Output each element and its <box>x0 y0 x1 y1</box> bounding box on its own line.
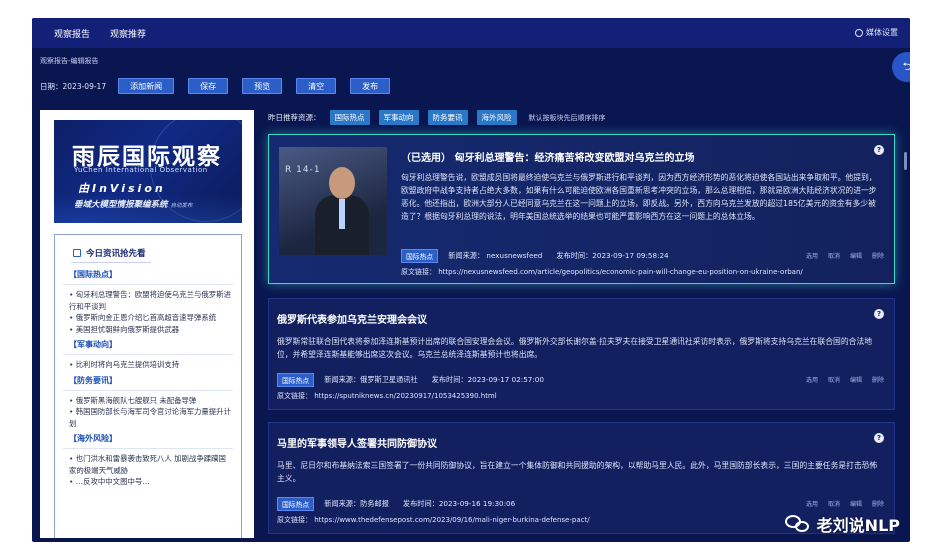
filter-label: 昨日推荐资源： <box>268 113 321 122</box>
list-item: 比利时将向乌克兰提供培训支持 <box>63 359 233 371</box>
news-category-tag: 国际热点 <box>277 373 315 387</box>
news-card-title: 俄罗斯代表参加乌克兰安理会会议 <box>277 315 427 326</box>
news-source-link[interactable]: 原文链接： https://www.thedefensepost.com/202… <box>277 515 590 525</box>
toolbar: 日期：2023-09-17 添加新闻 保存 预览 清空 发布 <box>40 78 404 94</box>
category-heading: 【防务要讯】 <box>69 375 117 385</box>
news-card-body: 匈牙利总理警告说，欧盟成员国将最终迫使乌克兰与俄罗斯进行和平谈判，因为西方经济形… <box>401 173 877 221</box>
select-action[interactable]: 选用 <box>806 251 818 260</box>
list-item: …反攻中中文图中号… <box>63 476 233 488</box>
report-preview-panel: 雨辰国际观察 YuChen International Observation … <box>40 110 254 538</box>
category-heading: 【海外风险】 <box>69 434 117 443</box>
top-nav-bar: 观察报告 观察推荐 媒体设置 <box>32 18 910 48</box>
edit-action[interactable]: 编辑 <box>850 499 862 508</box>
list-item: 匈牙利总理警告：欧盟将迫使乌克兰与俄罗斯进行和平谈判 <box>63 289 233 312</box>
news-card-body: 马里、尼日尔和布基纳法索三国签署了一份共同防御协议，旨在建立一个集体防御和共同援… <box>277 461 878 483</box>
select-action[interactable]: 选用 <box>806 375 818 384</box>
news-summary-heading: 今日资讯抢先看 <box>73 247 233 259</box>
app-window: 观察报告 观察推荐 媒体设置 观察报告-编辑报告 ⮌ 日期：2023-09-17… <box>32 18 910 542</box>
sort-hint: 默认按板块先后顺序排序 <box>528 113 606 122</box>
news-card-meta: 国际热点 新闻来源：俄罗斯卫星通讯社 发布时间：2023-09-17 02:57… <box>277 373 544 387</box>
filter-tag-military[interactable]: 军事动向 <box>378 110 419 125</box>
news-source: 新闻来源： nexusnewsfeed <box>448 251 543 260</box>
help-icon[interactable]: ? <box>874 309 884 319</box>
delete-action[interactable]: 删除 <box>872 499 884 508</box>
news-icon <box>73 249 81 257</box>
delete-action[interactable]: 删除 <box>872 375 884 384</box>
list-item: 俄罗斯向金正恩介绍匕首高超音速导弹系统 <box>63 312 233 324</box>
preview-button[interactable]: 预览 <box>242 78 283 94</box>
scrollbar-thumb[interactable] <box>904 152 907 170</box>
category-heading: 【国际热点】 <box>69 270 117 279</box>
watermark-text: 老刘说NLP <box>816 516 900 535</box>
edit-action[interactable]: 编辑 <box>850 375 862 384</box>
news-card-title: （已选用） 匈牙利总理警告：经济痛苦将改变欧盟对乌克兰的立场 <box>401 153 695 164</box>
list-item: 韩国国防部长与海军司令官讨论海军力量提升计划 <box>63 406 233 429</box>
watermark: 老刘说NLP <box>784 512 900 536</box>
news-category-tag: 国际热点 <box>401 249 439 263</box>
breadcrumb: 观察报告-编辑报告 <box>40 57 99 65</box>
news-card-actions: 选用 取消 编辑 删除 <box>806 251 884 260</box>
filter-tag-defense[interactable]: 防务要讯 <box>427 110 468 125</box>
cancel-action[interactable]: 取消 <box>828 499 840 508</box>
news-summary-box: 今日资讯抢先看 【国际热点】 匈牙利总理警告：欧盟将迫使乌克兰与俄罗斯进行和平谈… <box>54 234 242 538</box>
save-button[interactable]: 保存 <box>188 78 229 94</box>
cancel-action[interactable]: 取消 <box>828 375 840 384</box>
news-source: 新闻来源：俄罗斯卫星通讯社 <box>324 375 418 384</box>
filter-tag-hot[interactable]: 国际热点 <box>329 110 370 125</box>
report-banner: 雨辰国际观察 YuChen International Observation … <box>54 120 242 223</box>
help-icon[interactable]: ? <box>874 433 884 443</box>
news-photo: R 14-1 <box>279 147 387 255</box>
news-card-actions: 选用 取消 编辑 删除 <box>806 375 884 384</box>
news-time: 发布时间：2023-09-16 19:30:06 <box>402 499 516 508</box>
news-time: 发布时间：2023-09-17 09:58:24 <box>556 251 669 260</box>
clear-button[interactable]: 清空 <box>296 78 337 94</box>
media-settings-button[interactable]: 媒体设置 <box>855 27 898 38</box>
resource-filter-row: 昨日推荐资源： 国际热点 军事动向 防务要讯 海外风险 默认按板块先后顺序排序 <box>268 110 606 125</box>
date-label: 日期：2023-09-17 <box>40 81 107 91</box>
list-item: 俄罗斯黑海舰队七艘舰只 未配备导弹 <box>63 395 233 407</box>
category-heading: 【军事动向】 <box>69 340 117 349</box>
help-icon[interactable]: ? <box>874 145 884 155</box>
news-card[interactable]: 俄罗斯代表参加乌克兰安理会会议 ? 俄罗斯常驻联合国代表将参加泽连斯基预计出席的… <box>268 298 895 410</box>
list-item: 也门洪水和雷暴袭击致死八人 加剧战争蹂躏国家的极端天气威胁 <box>63 453 233 476</box>
edit-action[interactable]: 编辑 <box>850 251 862 260</box>
list-item: 美国担忧朝鲜向俄罗斯提供武器 <box>63 324 233 336</box>
news-card-selected[interactable]: R 14-1 （已选用） 匈牙利总理警告：经济痛苦将改变欧盟对乌克兰的立场 ? … <box>268 134 895 284</box>
banner-subtitle: YuChen International Observation <box>74 166 208 174</box>
gear-icon <box>855 28 863 37</box>
back-button[interactable]: ⮌ <box>892 52 910 82</box>
wechat-icon <box>784 513 811 535</box>
news-card-meta: 国际热点 新闻来源： nexusnewsfeed 发布时间：2023-09-17… <box>401 249 669 263</box>
news-card-actions: 选用 取消 编辑 删除 <box>806 499 884 508</box>
cancel-action[interactable]: 取消 <box>828 251 840 260</box>
publish-button[interactable]: 发布 <box>350 78 391 94</box>
banner-invision: 由InVision <box>78 182 166 195</box>
news-time: 发布时间：2023-09-17 02:57:00 <box>431 375 544 384</box>
nav-tab-recommend[interactable]: 观察推荐 <box>100 27 156 40</box>
delete-action[interactable]: 删除 <box>872 251 884 260</box>
select-action[interactable]: 选用 <box>806 499 818 508</box>
news-source-link[interactable]: 原文链接： https://sputniknews.cn/20230917/10… <box>277 391 497 401</box>
add-news-button[interactable]: 添加新闻 <box>118 78 175 94</box>
back-icon: ⮌ <box>902 59 910 73</box>
filter-tag-overseas[interactable]: 海外风险 <box>476 110 517 125</box>
news-card-title: 马里的军事领导人签署共同防御协议 <box>277 439 437 450</box>
media-settings-label: 媒体设置 <box>866 28 898 37</box>
news-source: 新闻来源：防务邮报 <box>324 499 389 508</box>
news-source-link[interactable]: 原文链接： https://nexusnewsfeed.com/article/… <box>401 267 803 277</box>
banner-description: 垂域大模型情报聚编系统 自动发布 <box>74 200 193 210</box>
nav-tab-reports[interactable]: 观察报告 <box>32 27 100 40</box>
news-card-body: 俄罗斯常驻联合国代表将参加泽连斯基预计出席的联合国安理会会议。俄罗斯外交部长谢尔… <box>277 337 873 359</box>
news-card-meta: 国际热点 新闻来源：防务邮报 发布时间：2023-09-16 19:30:06 <box>277 497 515 511</box>
news-category-tag: 国际热点 <box>277 497 315 511</box>
